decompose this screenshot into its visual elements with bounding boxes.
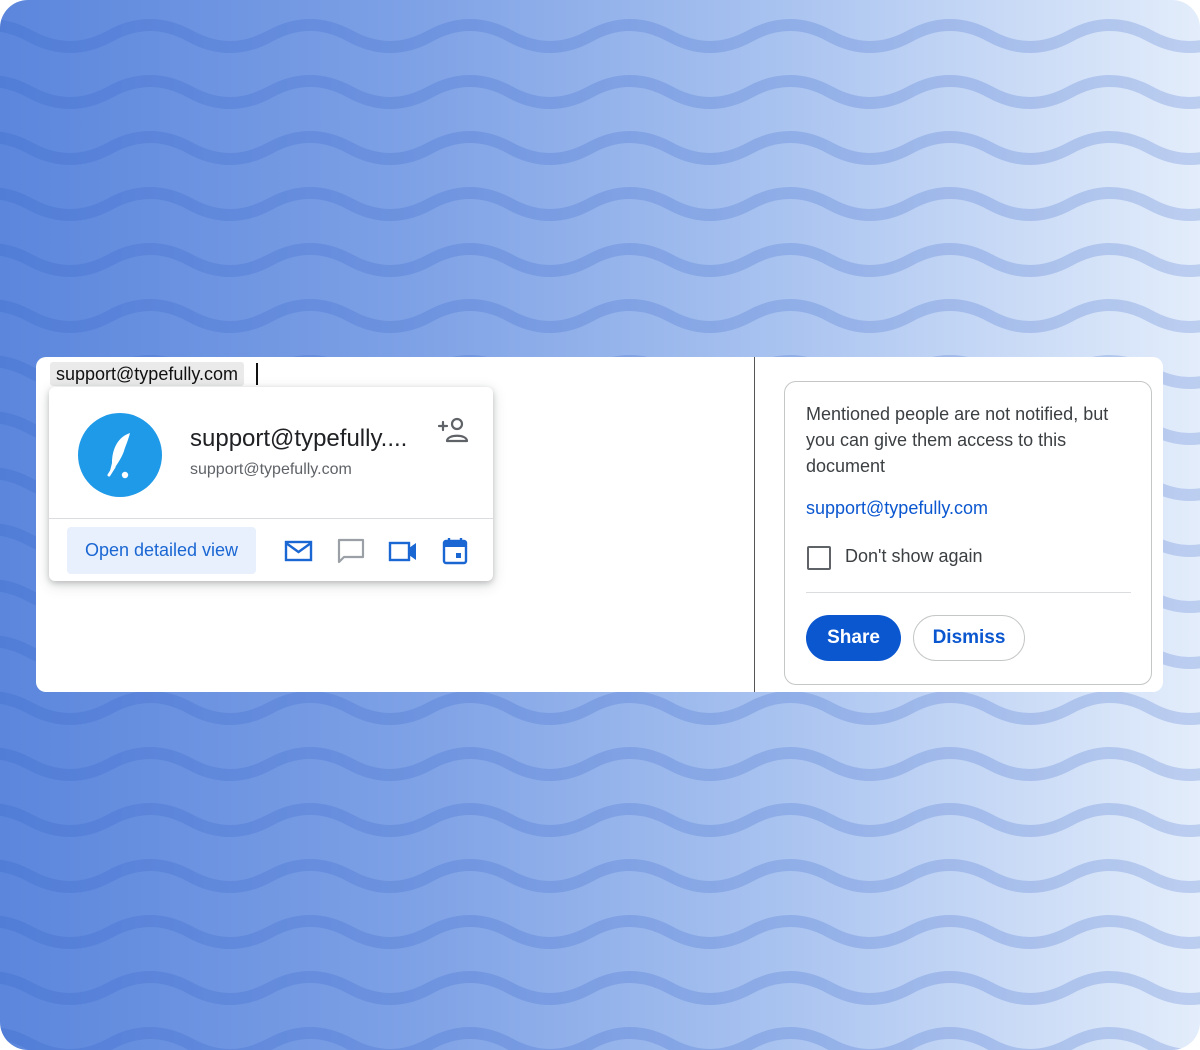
feather-logo-icon <box>107 433 130 479</box>
wave-line <box>0 1027 1200 1050</box>
share-prompt-panel: Mentioned people are not notified, but y… <box>784 381 1152 685</box>
document-card: support@typefully.com support@typefully.… <box>36 357 1163 692</box>
calendar-icon[interactable] <box>439 537 471 565</box>
chat-icon[interactable] <box>335 537 367 565</box>
person-hovercard: support@typefully.... support@typefully.… <box>49 387 493 581</box>
dont-show-again-label: Don't show again <box>845 546 983 566</box>
wave-line <box>0 187 1200 221</box>
share-button[interactable]: Share <box>806 615 901 661</box>
share-prompt-message: Mentioned people are not notified, but y… <box>806 404 1109 476</box>
avatar <box>78 413 162 497</box>
text-cursor <box>256 363 258 385</box>
dont-show-again-checkbox[interactable] <box>807 546 831 570</box>
wave-line <box>0 691 1200 725</box>
video-call-icon[interactable] <box>387 537 419 565</box>
wave-line <box>0 803 1200 837</box>
person-name: support@typefully.... <box>190 425 408 452</box>
person-email: support@typefully.com <box>190 461 352 478</box>
wave-line <box>0 859 1200 893</box>
wave-line <box>0 19 1200 53</box>
panel-divider <box>754 357 755 692</box>
open-detailed-view-button[interactable]: Open detailed view <box>67 527 256 574</box>
share-prompt-divider <box>806 592 1131 593</box>
hovercard-divider <box>49 518 493 519</box>
wave-line <box>0 915 1200 949</box>
mention-chip[interactable]: support@typefully.com <box>50 362 245 386</box>
wave-line <box>0 747 1200 781</box>
wave-line <box>0 971 1200 1005</box>
dismiss-button[interactable]: Dismiss <box>913 615 1025 661</box>
wave-line <box>0 299 1200 333</box>
background-frame: support@typefully.com support@typefully.… <box>0 0 1200 1050</box>
person-add-icon[interactable] <box>437 415 471 445</box>
wave-line <box>0 131 1200 165</box>
wave-line <box>0 75 1200 109</box>
wave-line <box>0 243 1200 277</box>
mentioned-email-link[interactable]: support@typefully.com <box>806 498 988 519</box>
mail-icon[interactable] <box>283 537 315 565</box>
